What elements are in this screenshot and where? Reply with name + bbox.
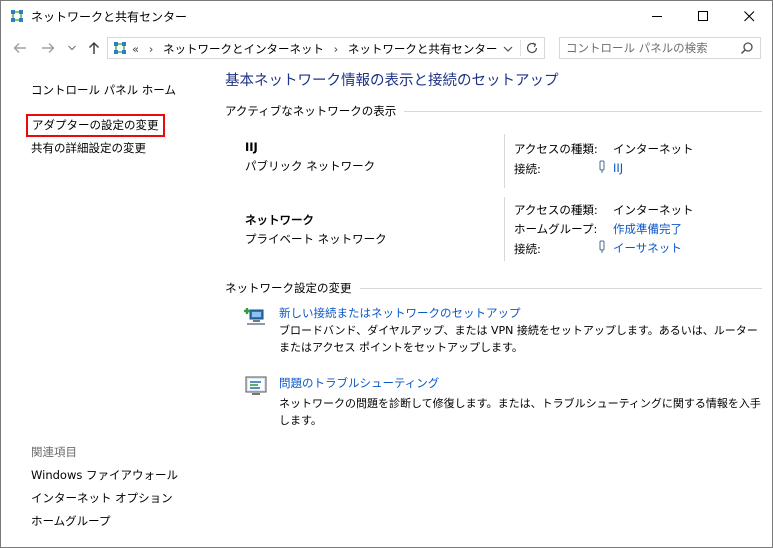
forward-button[interactable] <box>39 39 57 57</box>
new-connection-icon <box>244 308 265 325</box>
chevron-down-icon <box>68 45 76 51</box>
connection-link[interactable]: IIJ <box>597 160 623 175</box>
troubleshoot-icon <box>245 376 267 395</box>
internet-options-link[interactable]: インターネット オプション <box>31 490 173 506</box>
breadcrumb: « › ネットワークとインターネット › ネットワークと共有センター <box>132 41 497 57</box>
back-button[interactable] <box>11 39 29 57</box>
search-input[interactable] <box>566 40 726 56</box>
page-title: 基本ネットワーク情報の表示と接続のセットアップ <box>225 73 559 89</box>
network-center-icon <box>11 10 23 22</box>
connection-name[interactable]: IIJ <box>613 161 623 175</box>
network-category[interactable]: プライベート ネットワーク <box>245 231 387 247</box>
network-center-icon <box>114 42 126 54</box>
up-button[interactable] <box>85 39 103 57</box>
active-networks-heading: アクティブなネットワークの表示 <box>225 103 762 119</box>
access-type-value: インターネット <box>613 142 694 156</box>
related-items-heading: 関連項目 <box>31 445 77 459</box>
homegroup-status-link[interactable]: 作成準備完了 <box>613 221 682 237</box>
window: ネットワークと共有センター « › ネットワークとインターネット › ネットワー… <box>0 0 773 548</box>
section-rule <box>404 110 762 112</box>
forward-arrow-icon <box>42 43 55 53</box>
section-heading-text: ネットワーク設定の変更 <box>225 281 352 295</box>
breadcrumb-overflow[interactable]: « <box>132 42 139 56</box>
section-heading-text: アクティブなネットワークの表示 <box>225 104 397 118</box>
breadcrumb-separator[interactable]: › <box>334 42 339 56</box>
window-title: ネットワークと共有センター <box>31 10 188 24</box>
connection-label: 接続: <box>514 162 541 176</box>
access-type-value: インターネット <box>613 203 694 217</box>
divider <box>504 197 505 261</box>
setup-new-connection-link[interactable]: 新しい接続またはネットワークのセットアップ <box>279 305 521 321</box>
task-description: ブロードバンド、ダイヤルアップ、または VPN 接続をセットアップします。あるい… <box>279 324 758 354</box>
connection-name[interactable]: イーサネット <box>613 241 682 255</box>
close-button[interactable] <box>726 1 772 31</box>
access-type-label: アクセスの種類: <box>514 142 598 156</box>
address-bar[interactable]: « › ネットワークとインターネット › ネットワークと共有センター <box>107 37 545 59</box>
troubleshoot-link[interactable]: 問題のトラブルシューティング <box>279 375 439 391</box>
change-settings-heading: ネットワーク設定の変更 <box>225 280 762 296</box>
refresh-icon[interactable] <box>525 41 539 55</box>
homegroup-link[interactable]: ホームグループ <box>31 513 110 529</box>
control-panel-home-link[interactable]: コントロール パネル ホーム <box>31 82 176 98</box>
divider <box>504 134 505 188</box>
up-arrow-icon <box>88 41 100 54</box>
homegroup-label: ホームグループ: <box>514 222 598 236</box>
windows-firewall-link[interactable]: Windows ファイアウォール <box>31 467 178 483</box>
task-description: ネットワークの問題を診断して修復します。または、トラブルシューティングに関する情… <box>279 397 761 427</box>
connection-link[interactable]: イーサネット <box>597 240 682 256</box>
recent-locations-button[interactable] <box>65 39 79 57</box>
connection-label: 接続: <box>514 242 541 256</box>
breadcrumb-item[interactable]: ネットワークとインターネット <box>163 42 324 56</box>
minimize-button[interactable] <box>634 1 680 31</box>
ethernet-connection-icon <box>599 240 605 253</box>
back-arrow-icon <box>13 43 26 53</box>
network-category[interactable]: パブリック ネットワーク <box>245 158 375 174</box>
maximize-button[interactable] <box>680 1 726 31</box>
advanced-sharing-link[interactable]: 共有の詳細設定の変更 <box>31 140 146 156</box>
close-icon <box>743 10 754 21</box>
adapter-settings-link[interactable]: アダプターの設定の変更 <box>26 114 165 137</box>
search-icon[interactable] <box>740 41 754 55</box>
maximize-icon <box>697 10 708 21</box>
dialup-connection-icon <box>599 160 605 173</box>
title-bar: ネットワークと共有センター <box>1 1 772 31</box>
breadcrumb-item[interactable]: ネットワークと共有センター <box>348 42 498 56</box>
minimize-icon <box>651 15 662 17</box>
section-rule <box>359 287 762 289</box>
network-name: IIJ <box>245 140 258 154</box>
access-type-label: アクセスの種類: <box>514 203 598 217</box>
search-box[interactable] <box>559 37 761 59</box>
breadcrumb-separator[interactable]: › <box>149 42 154 56</box>
divider <box>520 40 521 56</box>
network-name: ネットワーク <box>245 213 314 227</box>
chevron-down-icon[interactable] <box>501 42 515 56</box>
